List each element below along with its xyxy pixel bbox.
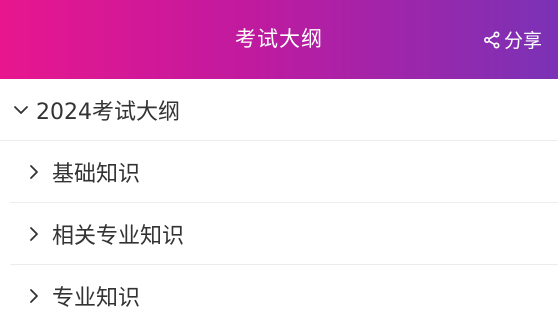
share-icon — [483, 30, 500, 49]
header-bar: 考试大纲 分享 — [0, 0, 558, 79]
page-title: 考试大纲 — [235, 27, 323, 51]
outline-item-related-knowledge[interactable]: 相关专业知识 — [10, 203, 558, 265]
share-button[interactable]: 分享 — [483, 0, 542, 79]
chevron-right-icon — [30, 164, 38, 179]
outline-item-basic-knowledge[interactable]: 基础知识 — [10, 141, 558, 203]
outline-item-professional-knowledge[interactable]: 专业知识 — [10, 265, 558, 326]
outline-item-label: 相关专业知识 — [52, 223, 185, 249]
chevron-right-icon — [30, 226, 38, 241]
share-label: 分享 — [503, 30, 542, 52]
outline-root-2024[interactable]: 2024考试大纲 — [0, 79, 558, 141]
chevron-down-icon — [14, 105, 28, 114]
chevron-right-icon — [30, 289, 38, 303]
outline-root-label: 2024考试大纲 — [36, 99, 180, 125]
outline-item-label: 基础知识 — [52, 161, 141, 187]
outline-item-label: 专业知识 — [52, 286, 141, 311]
outline-tree: 2024考试大纲 基础知识 相关专业知识 专业知识 — [0, 79, 558, 326]
